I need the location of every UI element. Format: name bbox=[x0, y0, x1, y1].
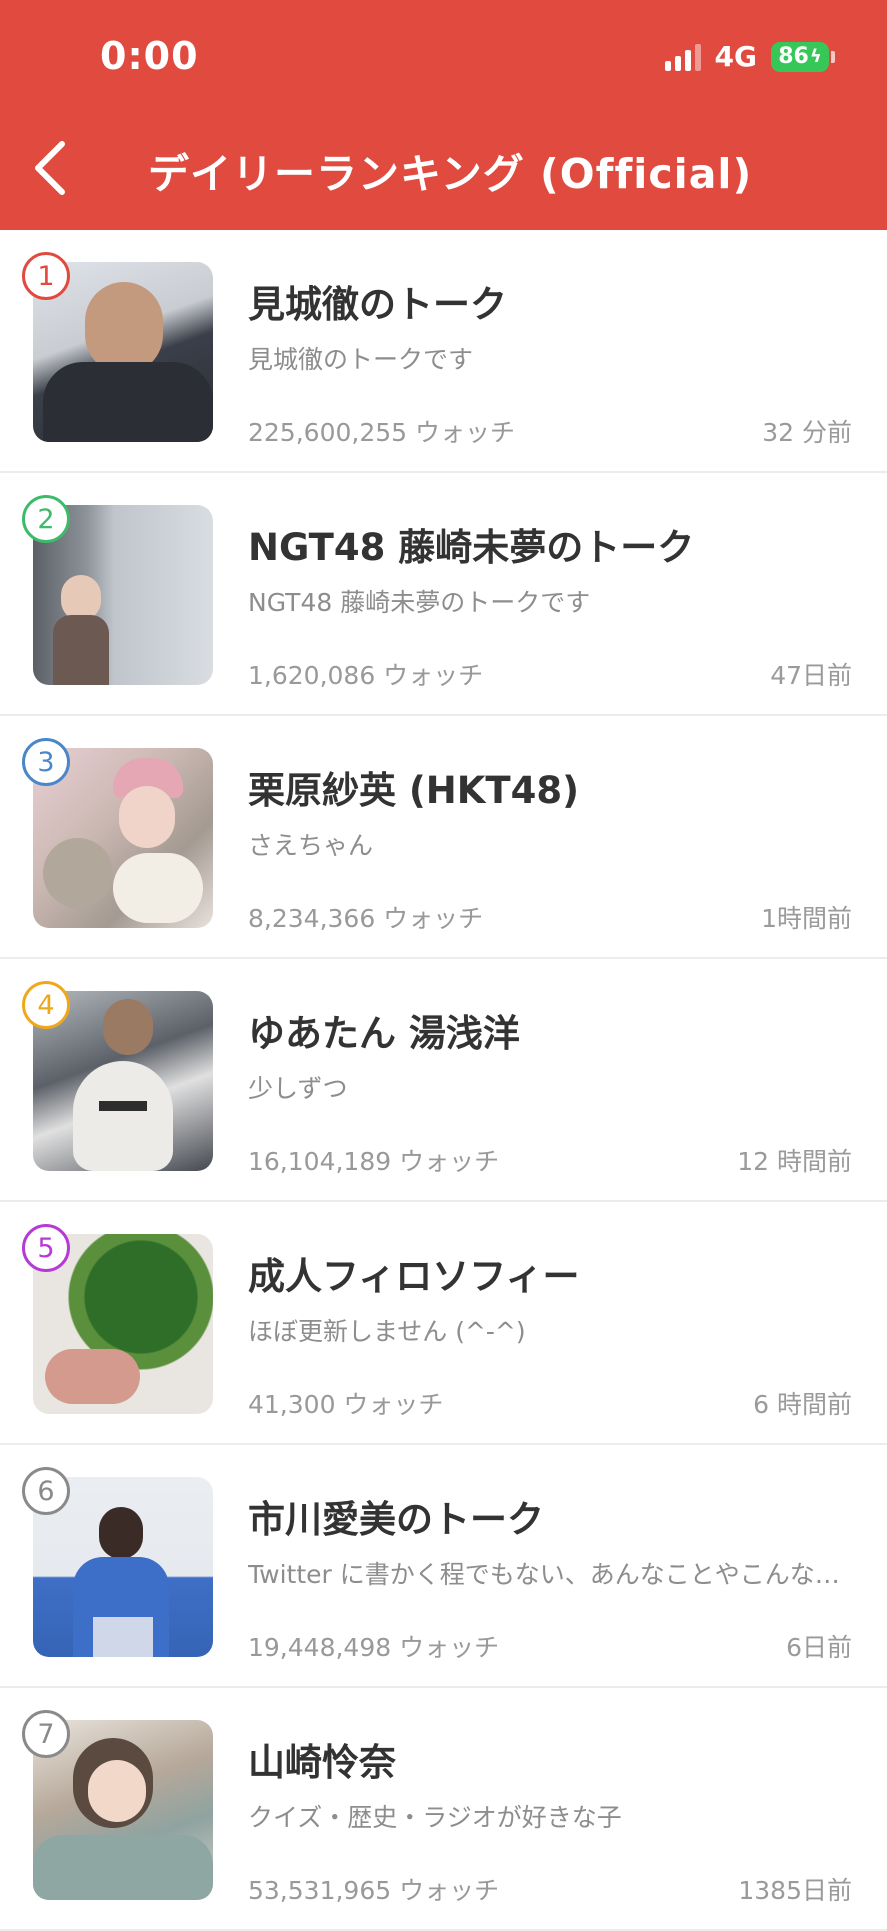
ranking-row[interactable]: 6 市川愛美のトーク Twitter に書かく程でもない、あんなことやこんな… … bbox=[0, 1445, 887, 1688]
rank-badge: 1 bbox=[22, 252, 70, 300]
talk-name: ゆあたん 湯浅洋 bbox=[248, 1012, 520, 1055]
charging-icon: ϟ bbox=[809, 46, 822, 67]
rank-badge: 5 bbox=[22, 1224, 70, 1272]
watch-count: 225,600,255 ウォッチ bbox=[248, 418, 515, 447]
rank-badge: 4 bbox=[22, 981, 70, 1029]
updated-time: 47日前 bbox=[770, 661, 852, 690]
rank-badge: 6 bbox=[22, 1467, 70, 1515]
watch-count: 41,300 ウォッチ bbox=[248, 1390, 444, 1419]
watch-count: 19,448,498 ウォッチ bbox=[248, 1633, 500, 1662]
rank-badge: 2 bbox=[22, 495, 70, 543]
watch-count: 16,104,189 ウォッチ bbox=[248, 1147, 500, 1176]
talk-description: クイズ・歴史・ラジオが好きな子 bbox=[248, 1803, 622, 1832]
ranking-row[interactable]: 1 見城徹のトーク 見城徹のトークです 225,600,255 ウォッチ 32 … bbox=[0, 230, 887, 473]
talk-name: 栗原紗英 (HKT48) bbox=[248, 769, 580, 812]
updated-time: 6日前 bbox=[786, 1633, 852, 1662]
app-header: 0:00 4G 86 ϟ デイリーランキング (Official) bbox=[0, 0, 887, 230]
updated-time: 32 分前 bbox=[762, 418, 852, 447]
talk-description: Twitter に書かく程でもない、あんなことやこんな… bbox=[248, 1560, 840, 1589]
talk-description: NGT48 藤崎未夢のトークです bbox=[248, 588, 591, 617]
ranking-row[interactable]: 5 成人フィロソフィー ほぼ更新しません (^-^) 41,300 ウォッチ 6… bbox=[0, 1202, 887, 1445]
watch-count: 1,620,086 ウォッチ bbox=[248, 661, 484, 690]
updated-time: 6 時間前 bbox=[753, 1390, 852, 1419]
ranking-row[interactable]: 3 栗原紗英 (HKT48) さえちゃん 8,234,366 ウォッチ 1時間前 bbox=[0, 716, 887, 959]
ranking-row[interactable]: 2 NGT48 藤崎未夢のトーク NGT48 藤崎未夢のトークです 1,620,… bbox=[0, 473, 887, 716]
rank-badge: 7 bbox=[22, 1710, 70, 1758]
status-indicators: 4G 86 ϟ bbox=[664, 40, 835, 73]
ranking-row[interactable]: 4 ゆあたん 湯浅洋 少しずつ 16,104,189 ウォッチ 12 時間前 bbox=[0, 959, 887, 1202]
page-title: デイリーランキング (Official) bbox=[148, 150, 753, 198]
chevron-left-icon bbox=[35, 141, 65, 195]
talk-name: 成人フィロソフィー bbox=[248, 1255, 580, 1298]
ranking-list: 1 見城徹のトーク 見城徹のトークです 225,600,255 ウォッチ 32 … bbox=[0, 230, 887, 1931]
updated-time: 1時間前 bbox=[761, 904, 852, 933]
updated-time: 12 時間前 bbox=[737, 1147, 852, 1176]
watch-count: 8,234,366 ウォッチ bbox=[248, 904, 484, 933]
status-time: 0:00 bbox=[100, 34, 199, 78]
talk-description: さえちゃん bbox=[248, 831, 374, 860]
talk-description: 見城徹のトークです bbox=[248, 345, 474, 374]
battery-level: 86 bbox=[778, 44, 809, 69]
talk-name: 山崎怜奈 bbox=[248, 1741, 396, 1784]
talk-name: NGT48 藤崎未夢のトーク bbox=[248, 526, 695, 569]
battery-icon: 86 ϟ bbox=[771, 41, 835, 72]
back-button[interactable] bbox=[30, 140, 74, 196]
network-type: 4G bbox=[714, 40, 757, 73]
signal-icon bbox=[664, 43, 701, 71]
updated-time: 1385日前 bbox=[738, 1876, 852, 1905]
talk-description: ほぼ更新しません (^-^) bbox=[248, 1317, 526, 1346]
talk-name: 見城徹のトーク bbox=[248, 283, 507, 326]
talk-description: 少しずつ bbox=[248, 1074, 348, 1103]
watch-count: 53,531,965 ウォッチ bbox=[248, 1876, 500, 1905]
ranking-row[interactable]: 7 山崎怜奈 クイズ・歴史・ラジオが好きな子 53,531,965 ウォッチ 1… bbox=[0, 1688, 887, 1931]
rank-badge: 3 bbox=[22, 738, 70, 786]
talk-name: 市川愛美のトーク bbox=[248, 1498, 544, 1541]
